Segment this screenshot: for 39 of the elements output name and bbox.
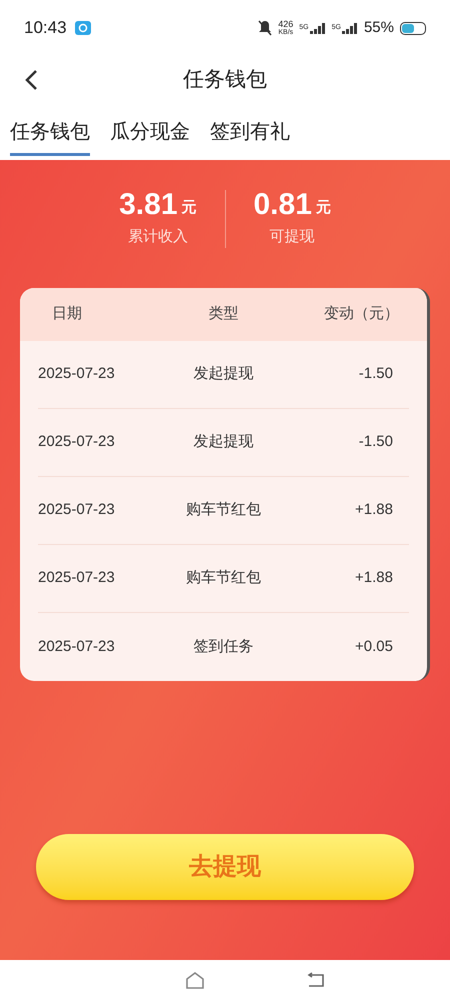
table-cell-text: +1.88	[354, 568, 394, 588]
table-cell-text: 购车节红包	[184, 500, 262, 520]
tab[interactable]: 瓜分现金	[110, 117, 190, 156]
stat-unit: 元	[316, 198, 331, 218]
table-cell-text: 2025-07-23	[38, 432, 116, 452]
network-speed: 426	[278, 20, 294, 29]
column-header: 变动（元）	[323, 304, 400, 324]
table-cell-text: 2025-07-23	[38, 364, 116, 384]
table-cell-text: 发起提现	[192, 432, 254, 452]
table-cell-text: 2025-07-23	[38, 568, 116, 588]
stat-unit: 元	[182, 198, 196, 218]
table-cell-text: -1.50	[358, 432, 394, 452]
battery-percent: 55%	[364, 18, 394, 38]
battery-icon	[400, 22, 426, 34]
table-cell-text: 2025-07-23	[38, 500, 116, 520]
table-cell-text: +0.05	[354, 636, 394, 657]
signal-icon	[310, 22, 326, 34]
table-cell-text: +1.88	[354, 500, 394, 520]
back-icon[interactable]	[24, 69, 38, 91]
back-icon[interactable]	[305, 972, 325, 988]
status-time: 10:43	[24, 17, 67, 40]
signal-icon	[342, 22, 358, 34]
table-cell-text: 购车节红包	[184, 568, 262, 588]
table-cell-text: 2025-07-23	[38, 636, 116, 657]
tab[interactable]: 任务钱包	[10, 117, 90, 156]
stat-value: 0.81	[254, 190, 312, 220]
stat-label: 可提现	[270, 226, 315, 247]
table-cell-text: -1.50	[358, 364, 394, 384]
stat-value: 3.81	[119, 190, 178, 220]
tab[interactable]: 签到有礼	[210, 117, 290, 156]
column-header: 类型	[207, 304, 240, 324]
table-cell-text: 发起提现	[192, 364, 254, 384]
app-notification-icon	[74, 21, 91, 35]
bell-muted-icon	[258, 20, 272, 36]
stat-label: 累计收入	[128, 226, 188, 247]
column-header: 日期	[51, 304, 83, 324]
home-icon[interactable]	[185, 971, 205, 989]
table-cell-text: 签到任务	[192, 636, 254, 657]
page-title: 任务钱包	[183, 67, 267, 94]
